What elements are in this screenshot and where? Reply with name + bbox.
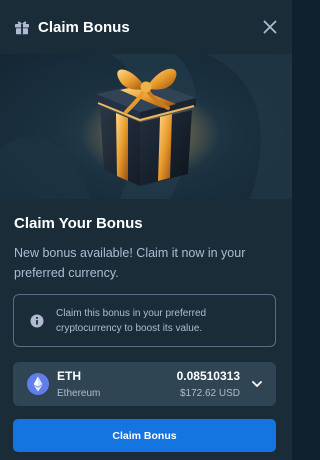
info-box: Claim this bonus in your preferred crypt… <box>13 294 276 347</box>
currency-select[interactable]: ETH Ethereum 0.08510313 $172.62 USD <box>13 362 276 406</box>
modal-header: Claim Bonus <box>0 0 292 54</box>
gift-icon <box>15 21 29 35</box>
close-icon[interactable] <box>260 17 280 37</box>
hero-banner <box>0 54 292 199</box>
currency-amount: 0.08510313 <box>176 369 240 383</box>
modal-title: Claim Bonus <box>38 18 130 36</box>
modal-body: Claim Your Bonus New bonus available! Cl… <box>0 199 292 460</box>
claim-bonus-button[interactable]: Claim Bonus <box>13 419 276 452</box>
chevron-down-icon[interactable] <box>251 378 263 390</box>
currency-symbol: ETH <box>57 369 81 383</box>
info-icon <box>30 314 44 327</box>
page-title: Claim Your Bonus <box>14 215 143 232</box>
info-text: Claim this bonus in your preferred crypt… <box>56 307 207 334</box>
gift-box-illustration <box>0 54 292 199</box>
currency-fiat-value: $172.62 USD <box>179 388 240 399</box>
bonus-description: New bonus available! Claim it now in you… <box>14 246 246 280</box>
currency-name: Ethereum <box>57 388 101 399</box>
claim-bonus-modal: Claim Bonus Claim Your Bonus New bonus a… <box>0 0 292 460</box>
ethereum-icon <box>27 373 49 395</box>
